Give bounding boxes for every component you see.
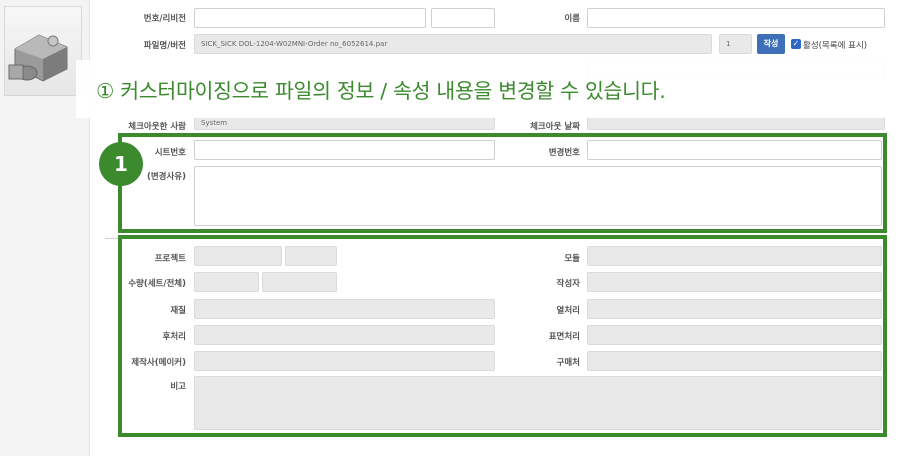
checked-out-by-label: 체크아웃한 사람 [128,122,186,132]
file-version-label: 파일명/버전 [143,41,186,51]
file-name-field[interactable]: SICK_SICK DOL-1204-W02MNI-Order no_60526… [194,34,712,54]
part-thumbnail[interactable] [4,6,82,96]
connector-part-icon [8,34,68,82]
section-divider [105,238,119,239]
version-field[interactable]: 1 [719,34,752,54]
revision-field[interactable] [431,8,495,28]
name-field[interactable] [587,8,885,28]
active-checkbox-label: 활성(목록에 표시) [803,41,868,51]
checkbox-checked-icon[interactable]: ✓ [791,39,801,49]
step-number-badge: 1 [99,142,143,186]
highlight-box-properties [118,235,887,437]
create-button[interactable]: 작성 [757,34,785,54]
annotation-banner-text: ① 커스터마이징으로 파일의 정보 / 속성 내용을 변경할 수 있습니다. [96,79,666,103]
checked-out-by-field[interactable]: System [194,116,495,130]
highlight-box-change-info [118,133,887,233]
number-field[interactable] [194,8,426,28]
checkout-date-label: 체크아웃 날짜 [530,122,580,132]
name-label: 이름 [564,14,580,24]
number-revision-label: 번호/리비전 [143,14,186,24]
checkout-date-field[interactable] [587,116,885,130]
